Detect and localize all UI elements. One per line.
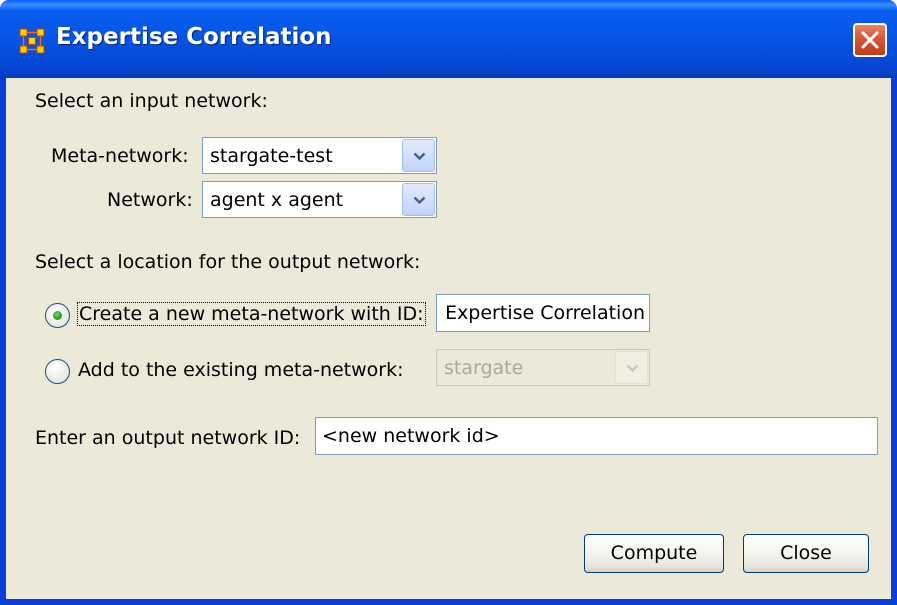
chevron-down-icon xyxy=(626,364,639,373)
meta-network-dropdown-button[interactable] xyxy=(402,139,435,172)
meta-network-select[interactable]: stargate-test xyxy=(202,137,437,174)
existing-meta-network-dropdown-button xyxy=(615,351,648,384)
input-section-heading: Select an input network: xyxy=(35,90,268,112)
meta-network-label: Meta-network: xyxy=(51,145,189,167)
network-label: Network: xyxy=(107,189,193,211)
close-button[interactable]: Close xyxy=(743,534,869,573)
meta-network-value: stargate-test xyxy=(210,145,333,167)
close-icon xyxy=(861,31,879,49)
network-select[interactable]: agent x agent xyxy=(202,181,437,218)
window-title: Expertise Correlation xyxy=(56,24,332,50)
chevron-down-icon xyxy=(413,196,426,205)
add-existing-label[interactable]: Add to the existing meta-network: xyxy=(78,359,404,381)
output-network-id-label: Enter an output network ID: xyxy=(35,427,301,449)
output-network-id-value: <new network id> xyxy=(322,425,500,447)
existing-meta-network-value: stargate xyxy=(444,357,524,379)
create-new-radio[interactable] xyxy=(45,303,70,328)
close-window-button[interactable] xyxy=(853,23,887,57)
compute-button[interactable]: Compute xyxy=(584,534,724,573)
dialog-content: Select an input network: Meta-network: s… xyxy=(6,78,891,599)
title-bar[interactable]: Expertise Correlation xyxy=(0,0,897,78)
dialog-window: Expertise Correlation Select an input ne… xyxy=(0,0,897,605)
radio-selected-dot xyxy=(53,311,62,320)
new-meta-network-id-input[interactable]: Expertise Correlation xyxy=(436,294,650,332)
existing-meta-network-select: stargate xyxy=(436,349,650,386)
add-existing-radio[interactable] xyxy=(45,359,70,384)
output-section-heading: Select a location for the output network… xyxy=(35,251,421,273)
chevron-down-icon xyxy=(413,152,426,161)
network-dropdown-button[interactable] xyxy=(402,183,435,216)
output-network-id-input[interactable]: <new network id> xyxy=(315,417,878,455)
new-meta-network-id-value: Expertise Correlation xyxy=(445,302,645,324)
network-nodes-icon xyxy=(19,28,45,54)
network-value: agent x agent xyxy=(210,189,344,211)
create-new-label[interactable]: Create a new meta-network with ID: xyxy=(77,302,426,326)
